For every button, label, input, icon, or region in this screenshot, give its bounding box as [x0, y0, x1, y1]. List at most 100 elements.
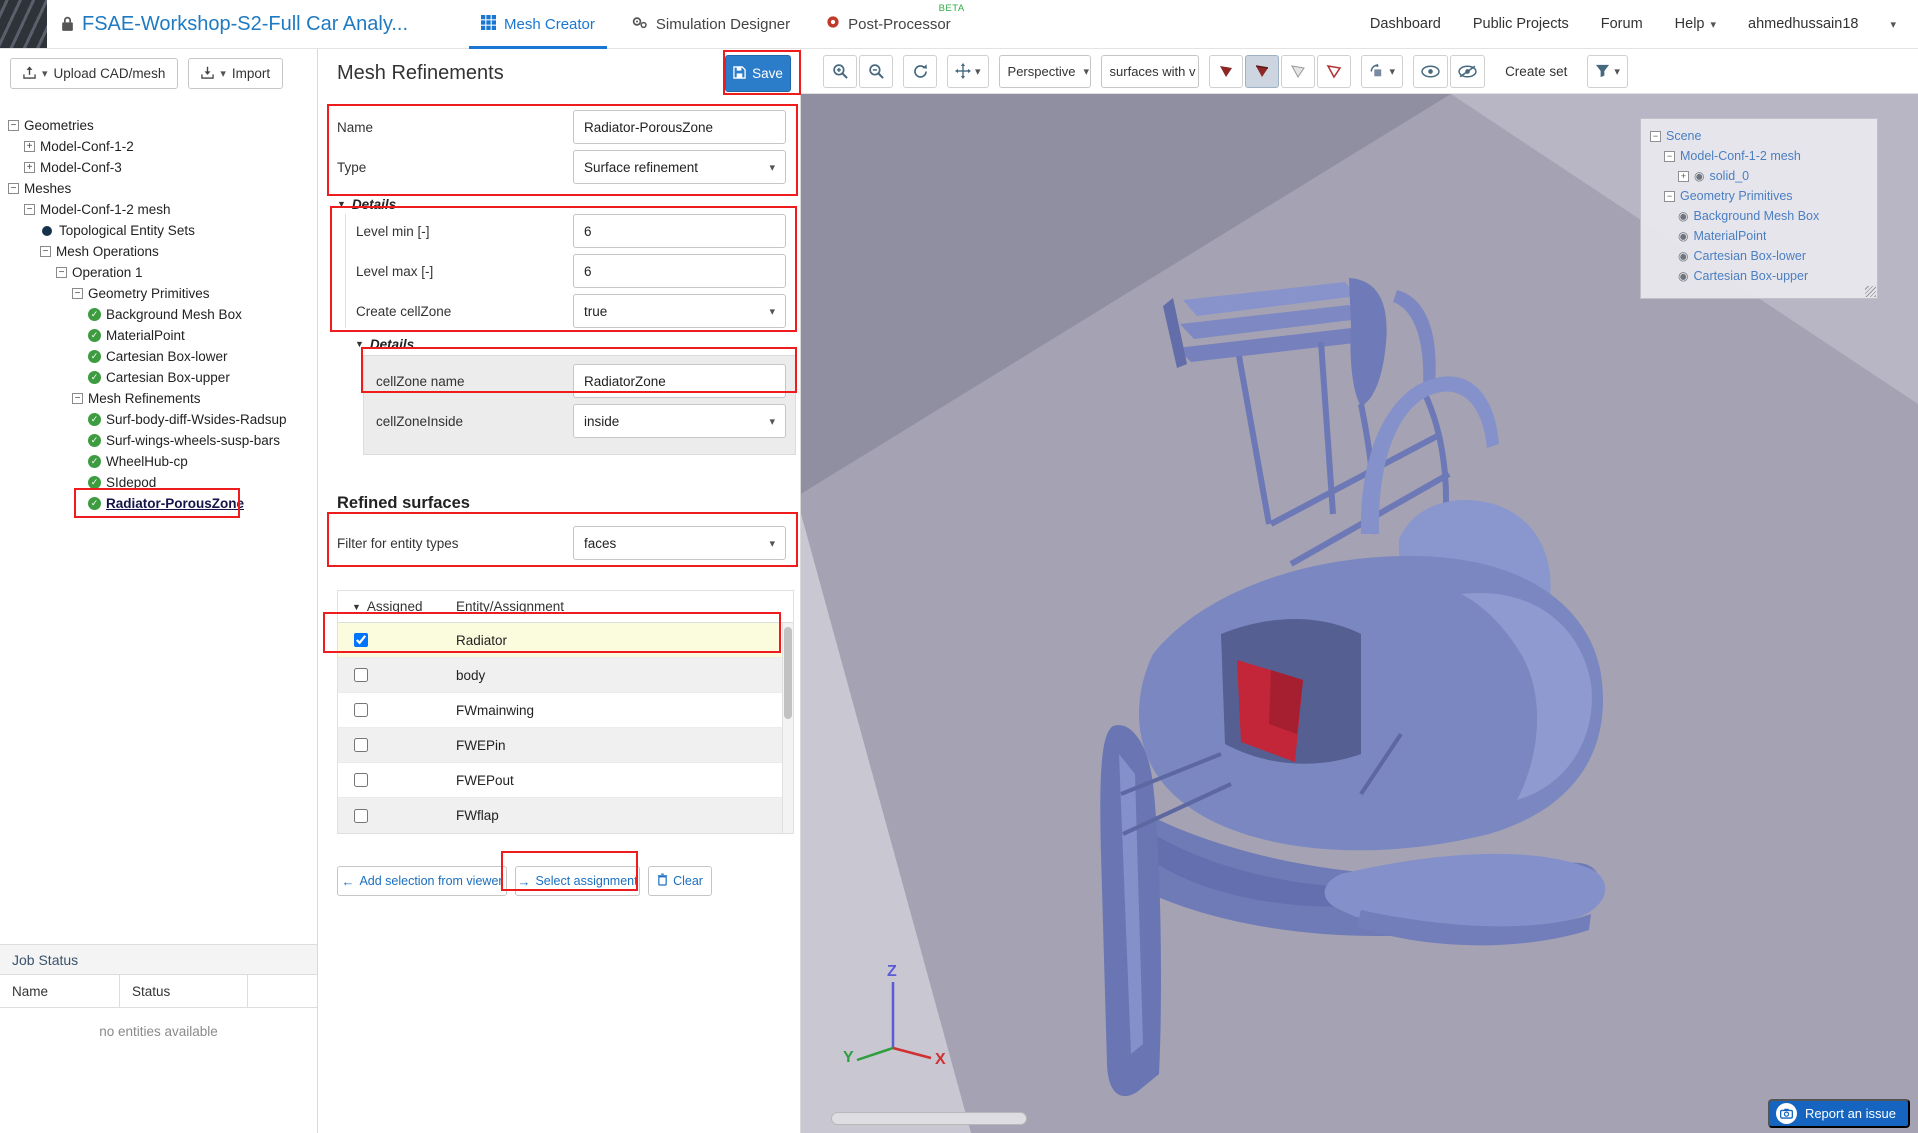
entity-row-radiator[interactable]: Radiator: [338, 623, 793, 658]
expand-icon[interactable]: +: [1678, 171, 1689, 182]
entity-table-scrollbar[interactable]: [782, 623, 793, 833]
entity-row-fwepin[interactable]: FWEPin: [338, 728, 793, 763]
type-select[interactable]: Surface refinement ▾: [573, 150, 786, 184]
collapse-icon[interactable]: −: [40, 246, 51, 257]
details-header[interactable]: ▼ Details: [337, 196, 800, 212]
entity-row-fwmainwing[interactable]: FWmainwing: [338, 693, 793, 728]
resize-handle[interactable]: [1865, 286, 1876, 297]
collapse-icon[interactable]: −: [1664, 151, 1675, 162]
tab-simulation-designer[interactable]: Simulation Designer: [613, 0, 808, 49]
collapse-icon[interactable]: −: [56, 267, 67, 278]
collapse-icon[interactable]: −: [1650, 131, 1661, 142]
tree-item-mesh-refinements[interactable]: −Mesh Refinements: [0, 388, 317, 409]
clear-button[interactable]: Clear: [648, 866, 712, 896]
report-issue-button[interactable]: Report an issue: [1768, 1099, 1910, 1128]
tree-item-sidepod[interactable]: ✓SIdepod: [0, 472, 317, 493]
collapse-icon[interactable]: −: [1664, 191, 1675, 202]
nav-dashboard[interactable]: Dashboard: [1370, 16, 1441, 32]
scene-item-materialpoint[interactable]: ◉MaterialPoint: [1650, 226, 1873, 246]
entity-checkbox[interactable]: [354, 773, 368, 787]
clip-cone-button-1[interactable]: [1209, 55, 1243, 88]
eye-icon[interactable]: ◉: [1678, 250, 1688, 262]
user-menu-caret-icon[interactable]: ▾: [1890, 18, 1896, 31]
collapse-icon[interactable]: −: [24, 204, 35, 215]
tree-item-operation-1[interactable]: −Operation 1: [0, 262, 317, 283]
create-cellzone-select[interactable]: true ▾: [573, 294, 786, 328]
collapse-icon[interactable]: −: [8, 120, 19, 131]
level-min-input[interactable]: [573, 214, 786, 248]
collapse-icon[interactable]: −: [72, 393, 83, 404]
scrollbar-thumb[interactable]: [784, 627, 792, 719]
scene-item-background-mesh-box[interactable]: ◉Background Mesh Box: [1650, 206, 1873, 226]
details2-header[interactable]: ▼ Details: [355, 336, 800, 352]
collapse-icon[interactable]: −: [8, 183, 19, 194]
tree-item-meshes[interactable]: −Meshes: [0, 178, 317, 199]
scene-item-cartesian-box-upper[interactable]: ◉Cartesian Box-upper: [1650, 266, 1873, 286]
viewport-horizontal-scrollbar[interactable]: [831, 1112, 1027, 1125]
entity-checkbox[interactable]: [354, 703, 368, 717]
assigned-header-cell[interactable]: ▼ Assigned: [338, 599, 456, 614]
zoom-in-button[interactable]: [823, 55, 857, 88]
eye-icon[interactable]: ◉: [1678, 270, 1688, 282]
scene-item-solid-0[interactable]: +◉solid_0: [1650, 166, 1873, 186]
app-logo[interactable]: [0, 0, 47, 48]
fit-view-button[interactable]: [903, 55, 937, 88]
tree-item-surf-body-diff-wsides-radsup[interactable]: ✓Surf-body-diff-Wsides-Radsup: [0, 409, 317, 430]
import-button[interactable]: ▾ Import: [188, 58, 283, 89]
expand-icon[interactable]: +: [24, 141, 35, 152]
entity-row-fwflap[interactable]: FWflap: [338, 798, 793, 833]
collapse-icon[interactable]: −: [72, 288, 83, 299]
scene-item-geometry-primitives[interactable]: −Geometry Primitives: [1650, 186, 1873, 206]
entity-checkbox[interactable]: [354, 809, 368, 823]
pan-mode-button[interactable]: ▾: [947, 55, 989, 88]
rotate-view-button[interactable]: ▾: [1361, 55, 1404, 88]
eye-icon[interactable]: ◉: [1678, 230, 1688, 242]
tree-item-materialpoint[interactable]: ✓MaterialPoint: [0, 325, 317, 346]
expand-icon[interactable]: +: [24, 162, 35, 173]
zoom-out-button[interactable]: [859, 55, 893, 88]
render-mode-select[interactable]: surfaces with v ▾: [1101, 55, 1199, 88]
tree-item-cartesian-box-upper[interactable]: ✓Cartesian Box-upper: [0, 367, 317, 388]
clip-cone-button-2[interactable]: [1245, 55, 1279, 88]
scene-item-scene[interactable]: −Scene: [1650, 126, 1873, 146]
hide-entities-button[interactable]: [1450, 55, 1485, 88]
entity-row-body[interactable]: body: [338, 658, 793, 693]
clip-cone-button-3[interactable]: [1281, 55, 1315, 88]
level-max-input[interactable]: [573, 254, 786, 288]
tree-item-cartesian-box-lower[interactable]: ✓Cartesian Box-lower: [0, 346, 317, 367]
tab-mesh-creator[interactable]: Mesh Creator: [463, 0, 613, 49]
cellzone-name-input[interactable]: [573, 364, 786, 398]
save-button[interactable]: Save: [725, 55, 791, 92]
tree-item-model-conf-3[interactable]: +Model-Conf-3: [0, 157, 317, 178]
tree-item-geometries[interactable]: −Geometries: [0, 115, 317, 136]
scene-item-model-conf-1-2-mesh[interactable]: −Model-Conf-1-2 mesh: [1650, 146, 1873, 166]
select-assignment-button[interactable]: → Select assignment: [515, 866, 640, 896]
project-title[interactable]: FSAE-Workshop-S2-Full Car Analy...: [82, 13, 408, 36]
entity-filter-select[interactable]: faces ▾: [573, 526, 786, 560]
tree-item-radiator-porouszone[interactable]: ✓Radiator-PorousZone: [0, 493, 317, 514]
nav-help[interactable]: Help▾: [1675, 16, 1716, 32]
eye-icon[interactable]: ◉: [1694, 170, 1704, 182]
entity-checkbox[interactable]: [354, 668, 368, 682]
tree-item-model-conf-1-2[interactable]: +Model-Conf-1-2: [0, 136, 317, 157]
entity-row-fwepout[interactable]: FWEPout: [338, 763, 793, 798]
filter-button[interactable]: ▾: [1587, 55, 1628, 88]
tree-item-background-mesh-box[interactable]: ✓Background Mesh Box: [0, 304, 317, 325]
entity-checkbox[interactable]: [354, 633, 368, 647]
tree-item-mesh-operations[interactable]: −Mesh Operations: [0, 241, 317, 262]
tree-item-surf-wings-wheels-susp-bars[interactable]: ✓Surf-wings-wheels-susp-bars: [0, 430, 317, 451]
create-set-button[interactable]: Create set: [1495, 55, 1577, 88]
nav-forum[interactable]: Forum: [1601, 16, 1643, 32]
clip-cone-button-4[interactable]: [1317, 55, 1351, 88]
tree-item-topological-entity-sets[interactable]: Topological Entity Sets: [0, 220, 317, 241]
tab-post-processor[interactable]: Post-Processor BETA: [808, 0, 969, 49]
tree-item-geometry-primitives[interactable]: −Geometry Primitives: [0, 283, 317, 304]
user-menu[interactable]: ahmedhussain18: [1748, 16, 1858, 32]
tree-item-model-conf-1-2-mesh[interactable]: −Model-Conf-1-2 mesh: [0, 199, 317, 220]
name-input[interactable]: [573, 110, 786, 144]
eye-icon[interactable]: ◉: [1678, 210, 1688, 222]
tree-item-wheelhub-cp[interactable]: ✓WheelHub-cp: [0, 451, 317, 472]
add-selection-button[interactable]: ← Add selection from viewer: [337, 866, 507, 896]
upload-cad-button[interactable]: ▾ Upload CAD/mesh: [10, 58, 178, 89]
cellzone-inside-select[interactable]: inside ▾: [573, 404, 786, 438]
